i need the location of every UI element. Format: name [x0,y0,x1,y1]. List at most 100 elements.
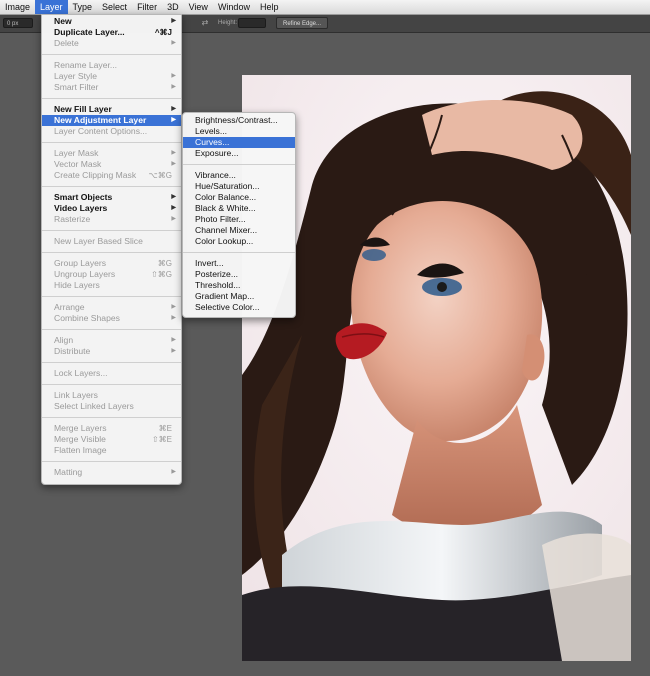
menu-item-new-layer-based-slice[interactable]: New Layer Based Slice [42,236,181,247]
refine-edge-button[interactable]: Refine Edge... [276,17,329,29]
canvas-photo[interactable] [242,75,631,661]
menu-separator [42,461,181,462]
menu-item-align[interactable]: Align ▶ [42,335,181,346]
shortcut-label: ⇧⌘E [151,435,172,444]
adjustment-layer-submenu: Brightness/Contrast... Levels... Curves.… [182,112,296,318]
menu-item-new-adjustment-layer[interactable]: New Adjustment Layer ▶ [42,115,181,126]
submenu-item-invert[interactable]: Invert... [183,258,295,269]
submenu-arrow-icon: ▶ [171,348,176,354]
menu-item-arrange[interactable]: Arrange ▶ [42,302,181,313]
menu-separator [42,362,181,363]
menu-window[interactable]: Window [213,0,255,14]
menu-item-link-layers[interactable]: Link Layers [42,390,181,401]
menu-layer[interactable]: Layer [35,0,68,14]
menu-separator [42,252,181,253]
menu-item-matting[interactable]: Matting ▶ [42,467,181,478]
submenu-arrow-icon: ▶ [171,337,176,343]
menu-separator [183,164,295,165]
submenu-arrow-icon: ▶ [171,18,176,24]
menu-item-merge-visible[interactable]: Merge Visible ⇧⌘E [42,434,181,445]
menu-help[interactable]: Help [255,0,284,14]
menu-item-lock-layers[interactable]: Lock Layers... [42,368,181,379]
menu-image[interactable]: Image [0,0,35,14]
submenu-item-brightness-contrast[interactable]: Brightness/Contrast... [183,115,295,126]
height-label: Height: [218,20,238,26]
submenu-item-vibrance[interactable]: Vibrance... [183,170,295,181]
menu-separator [42,329,181,330]
feather-input[interactable]: 0 px [3,18,33,28]
submenu-arrow-icon: ▶ [171,40,176,46]
shortcut-label: ⌘G [157,259,172,268]
menu-item-smart-objects[interactable]: Smart Objects ▶ [42,192,181,203]
menu-item-combine-shapes[interactable]: Combine Shapes ▶ [42,313,181,324]
menu-type[interactable]: Type [68,0,98,14]
menu-item-new-fill-layer[interactable]: New Fill Layer ▶ [42,104,181,115]
menu-separator [42,296,181,297]
menu-item-hide-layers[interactable]: Hide Layers [42,280,181,291]
submenu-arrow-icon: ▶ [171,194,176,200]
submenu-item-hue-saturation[interactable]: Hue/Saturation... [183,181,295,192]
menu-item-distribute[interactable]: Distribute ▶ [42,346,181,357]
submenu-item-color-balance[interactable]: Color Balance... [183,192,295,203]
menu-item-smart-filter[interactable]: Smart Filter ▶ [42,82,181,93]
layer-menu: New ▶ Duplicate Layer... ^⌘J Delete ▶ Renam… [41,14,182,485]
submenu-item-curves[interactable]: Curves... [183,137,295,148]
submenu-item-levels[interactable]: Levels... [183,126,295,137]
shortcut-label: ⇧⌘G [151,270,172,279]
submenu-arrow-icon: ▶ [171,73,176,79]
menu-bar: Image Layer Type Select Filter 3D View W… [0,0,650,15]
submenu-item-black-white[interactable]: Black & White... [183,203,295,214]
menu-view[interactable]: View [184,0,213,14]
submenu-arrow-icon: ▶ [171,150,176,156]
menu-item-create-clipping-mask[interactable]: Create Clipping Mask ⌥⌘G [42,170,181,181]
submenu-item-channel-mixer[interactable]: Channel Mixer... [183,225,295,236]
menu-item-duplicate-layer[interactable]: Duplicate Layer... ^⌘J [42,27,181,38]
menu-separator [183,252,295,253]
menu-separator [42,142,181,143]
menu-item-flatten-image[interactable]: Flatten Image [42,445,181,456]
menu-3d[interactable]: 3D [162,0,184,14]
menu-item-new[interactable]: New ▶ [42,16,181,27]
submenu-arrow-icon: ▶ [171,216,176,222]
submenu-arrow-icon: ▶ [171,161,176,167]
menu-item-layer-content-options[interactable]: Layer Content Options... [42,126,181,137]
menu-filter[interactable]: Filter [132,0,162,14]
menu-separator [42,98,181,99]
submenu-arrow-icon: ▶ [171,304,176,310]
submenu-arrow-icon: ▶ [171,84,176,90]
shortcut-label: ^⌘J [154,28,172,37]
submenu-item-gradient-map[interactable]: Gradient Map... [183,291,295,302]
swap-arrows-icon[interactable]: ⇄ [200,18,210,28]
menu-item-vector-mask[interactable]: Vector Mask ▶ [42,159,181,170]
menu-item-select-linked-layers[interactable]: Select Linked Layers [42,401,181,412]
submenu-arrow-icon: ▶ [171,106,176,112]
menu-separator [42,384,181,385]
submenu-item-exposure[interactable]: Exposure... [183,148,295,159]
submenu-item-color-lookup[interactable]: Color Lookup... [183,236,295,247]
menu-item-layer-style[interactable]: Layer Style ▶ [42,71,181,82]
submenu-item-posterize[interactable]: Posterize... [183,269,295,280]
submenu-arrow-icon: ▶ [171,117,176,123]
submenu-arrow-icon: ▶ [171,315,176,321]
menu-item-ungroup-layers[interactable]: Ungroup Layers ⇧⌘G [42,269,181,280]
menu-separator [42,54,181,55]
height-input[interactable] [238,18,266,28]
menu-separator [42,186,181,187]
menu-select[interactable]: Select [97,0,132,14]
submenu-item-photo-filter[interactable]: Photo Filter... [183,214,295,225]
shortcut-label: ⌘E [158,424,172,433]
menu-item-video-layers[interactable]: Video Layers ▶ [42,203,181,214]
submenu-item-selective-color[interactable]: Selective Color... [183,302,295,313]
menu-item-layer-mask[interactable]: Layer Mask ▶ [42,148,181,159]
menu-separator [42,417,181,418]
menu-separator [42,230,181,231]
menu-item-delete[interactable]: Delete ▶ [42,38,181,49]
menu-item-rasterize[interactable]: Rasterize ▶ [42,214,181,225]
shortcut-label: ⌥⌘G [148,171,172,180]
portrait-image [242,75,631,661]
submenu-arrow-icon: ▶ [171,469,176,475]
submenu-item-threshold[interactable]: Threshold... [183,280,295,291]
menu-item-group-layers[interactable]: Group Layers ⌘G [42,258,181,269]
menu-item-rename-layer[interactable]: Rename Layer... [42,60,181,71]
menu-item-merge-layers[interactable]: Merge Layers ⌘E [42,423,181,434]
